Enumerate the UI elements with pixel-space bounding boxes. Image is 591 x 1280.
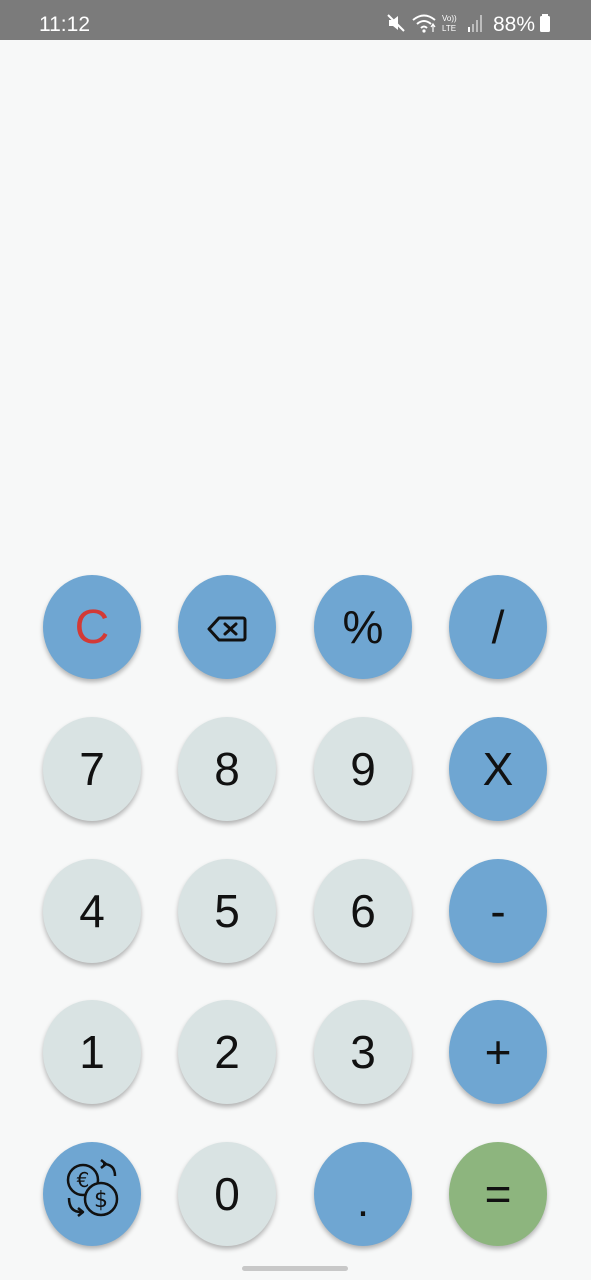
digit-0-button[interactable]: 0 bbox=[178, 1142, 276, 1246]
equals-button[interactable]: = bbox=[449, 1142, 547, 1246]
minus-button[interactable]: - bbox=[449, 859, 547, 963]
backspace-button[interactable] bbox=[178, 575, 276, 679]
svg-text:Vo)): Vo)) bbox=[442, 14, 457, 23]
decimal-button[interactable]: . bbox=[314, 1142, 412, 1246]
digit-8-button[interactable]: 8 bbox=[178, 717, 276, 821]
wifi-icon bbox=[411, 12, 437, 39]
gesture-nav-handle[interactable] bbox=[242, 1266, 348, 1271]
volte-lte-icon: Vo)) LTE bbox=[441, 12, 463, 39]
signal-icon bbox=[467, 13, 485, 38]
status-icons: Vo)) LTE 88% bbox=[381, 13, 551, 37]
digit-3-button[interactable]: 3 bbox=[314, 1000, 412, 1104]
digit-7-button[interactable]: 7 bbox=[43, 717, 141, 821]
svg-text:$: $ bbox=[94, 1188, 108, 1213]
multiply-button[interactable]: X bbox=[449, 717, 547, 821]
digit-4-button[interactable]: 4 bbox=[43, 859, 141, 963]
digit-9-button[interactable]: 9 bbox=[314, 717, 412, 821]
battery-percent: 88% bbox=[492, 13, 535, 36]
digit-2-button[interactable]: 2 bbox=[178, 1000, 276, 1104]
status-bar: 11:12 Vo)) LTE 88% bbox=[0, 0, 591, 40]
clear-button[interactable]: C bbox=[43, 575, 141, 679]
mute-icon bbox=[385, 12, 407, 39]
digit-6-button[interactable]: 6 bbox=[314, 859, 412, 963]
digit-5-button[interactable]: 5 bbox=[178, 859, 276, 963]
divide-button[interactable]: / bbox=[449, 575, 547, 679]
plus-button[interactable]: + bbox=[449, 1000, 547, 1104]
digit-1-button[interactable]: 1 bbox=[43, 1000, 141, 1104]
percent-button[interactable]: % bbox=[314, 575, 412, 679]
status-time: 11:12 bbox=[39, 13, 90, 36]
battery-icon bbox=[539, 13, 551, 38]
svg-text:LTE: LTE bbox=[442, 24, 456, 33]
currency-converter-button[interactable]: € $ bbox=[43, 1142, 141, 1246]
decimal-label: . bbox=[356, 1177, 370, 1226]
calculator-display bbox=[0, 40, 591, 560]
backspace-icon bbox=[207, 600, 247, 654]
currency-exchange-icon: € $ bbox=[57, 1154, 127, 1235]
